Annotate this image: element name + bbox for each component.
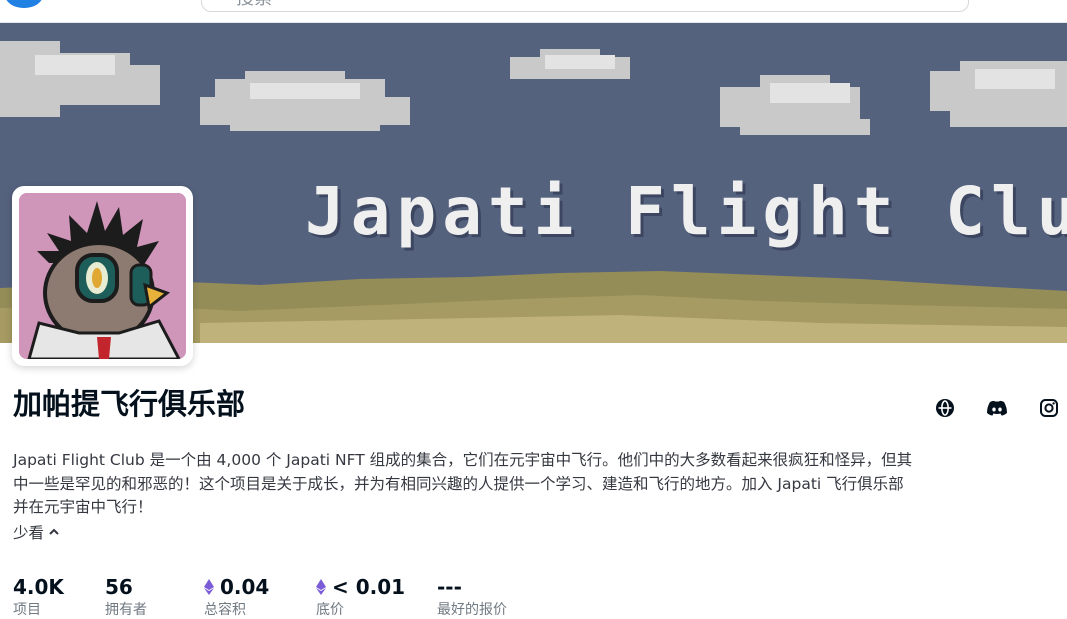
search-placeholder: 搜索	[236, 0, 272, 8]
stat-volume-label: 总容积	[204, 602, 246, 618]
discord-icon[interactable]	[985, 397, 1009, 419]
top-navigation-bar: 搜索	[0, 0, 1067, 23]
instagram-icon[interactable]	[1037, 397, 1061, 419]
website-icon[interactable]	[933, 397, 957, 419]
show-less-toggle[interactable]: 少看	[13, 521, 60, 543]
collection-avatar-frame	[12, 186, 193, 366]
social-links	[931, 397, 1067, 419]
stat-owners[interactable]: 56 拥有者	[105, 575, 147, 619]
eth-icon	[316, 579, 326, 595]
stat-owners-label: 拥有者	[105, 602, 147, 618]
stat-floor-label: 底价	[316, 602, 344, 618]
stat-volume[interactable]: 0.04 总容积	[204, 575, 269, 619]
chevron-up-icon	[49, 528, 59, 535]
site-logo[interactable]	[5, 0, 43, 8]
collection-name: 加帕提飞行俱乐部	[13, 387, 246, 421]
stat-best-offer-value: ---	[437, 575, 462, 599]
stat-volume-value: 0.04	[220, 575, 270, 599]
stat-floor-price[interactable]: < 0.01 底价	[316, 575, 405, 619]
eth-icon	[204, 579, 214, 595]
banner-title: Japati Flight Club	[305, 173, 1067, 250]
avatar-pixel-art	[19, 193, 186, 359]
stat-owners-value: 56	[105, 575, 133, 599]
collection-avatar	[19, 193, 186, 359]
stat-best-offer[interactable]: --- 最好的报价	[437, 575, 507, 619]
show-less-label: 少看	[13, 524, 45, 542]
stat-items-value: 4.0K	[13, 575, 64, 599]
collection-description: Japati Flight Club 是一个由 4,000 个 Japati N…	[13, 451, 913, 516]
collection-stats: 4.0K 项目 56 拥有者 0.04 总容积 < 0.01 底价 --- 最好…	[13, 575, 1067, 618]
search-input[interactable]: 搜索	[201, 0, 969, 12]
stat-best-offer-label: 最好的报价	[437, 602, 507, 618]
stat-items[interactable]: 4.0K 项目	[13, 575, 64, 619]
stat-items-label: 项目	[13, 602, 41, 618]
stat-floor-value: < 0.01	[332, 575, 406, 599]
